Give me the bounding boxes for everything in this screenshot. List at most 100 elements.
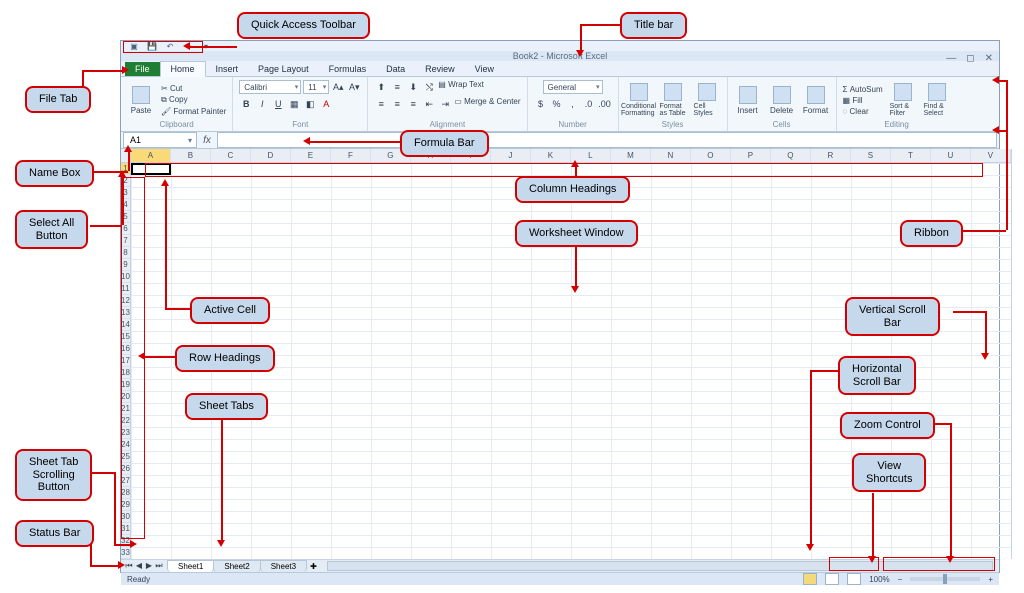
fill-color-button[interactable]: ◧ — [303, 97, 317, 111]
row-header[interactable]: 26 — [121, 463, 130, 475]
tab-page-layout[interactable]: Page Layout — [248, 62, 319, 76]
conditional-formatting-button[interactable]: Conditional Formatting — [625, 80, 653, 120]
zoom-out-icon[interactable]: − — [898, 575, 903, 584]
row-header[interactable]: 13 — [121, 307, 130, 319]
inc-decimal-icon[interactable]: .0 — [582, 97, 596, 111]
clear-button[interactable]: ◌ Clear — [843, 107, 883, 116]
row-header[interactable]: 12 — [121, 295, 130, 307]
column-header[interactable]: C — [211, 149, 251, 162]
view-normal-icon[interactable] — [803, 573, 817, 585]
indent-dec-icon[interactable]: ⇤ — [422, 97, 436, 111]
row-header[interactable]: 31 — [121, 523, 130, 535]
row-header[interactable]: 18 — [121, 367, 130, 379]
dec-decimal-icon[interactable]: .00 — [598, 97, 612, 111]
wrap-text-button[interactable]: ▤ Wrap Text — [438, 80, 484, 94]
delete-cells-button[interactable]: Delete — [768, 80, 796, 120]
font-size-select[interactable]: 11 — [303, 80, 329, 94]
autosum-button[interactable]: Σ AutoSum — [843, 85, 883, 94]
row-header[interactable]: 25 — [121, 451, 130, 463]
shrink-font-icon[interactable]: A▾ — [347, 80, 361, 94]
row-header[interactable]: 19 — [121, 379, 130, 391]
cell-styles-button[interactable]: Cell Styles — [693, 80, 721, 120]
row-header[interactable]: 30 — [121, 511, 130, 523]
row-header[interactable]: 29 — [121, 499, 130, 511]
row-header[interactable]: 16 — [121, 343, 130, 355]
row-header[interactable]: 15 — [121, 331, 130, 343]
align-top-icon[interactable]: ⬆ — [374, 80, 388, 94]
column-header[interactable]: A — [131, 149, 171, 162]
column-header[interactable]: D — [251, 149, 291, 162]
column-header[interactable]: S — [851, 149, 891, 162]
format-cells-button[interactable]: Format — [802, 80, 830, 120]
sheet-tab-scrolling-buttons[interactable]: ⏮ ◀ ▶ ⏭ — [121, 561, 167, 571]
align-bottom-icon[interactable]: ⬇ — [406, 80, 420, 94]
percent-icon[interactable]: % — [550, 97, 564, 111]
font-color-button[interactable]: A — [319, 97, 333, 111]
row-header[interactable]: 22 — [121, 415, 130, 427]
row-header[interactable]: 23 — [121, 427, 130, 439]
align-right-icon[interactable]: ≡ — [406, 97, 420, 111]
orientation-icon[interactable]: ⤭ — [422, 80, 436, 94]
save-icon[interactable]: 💾 — [145, 41, 159, 51]
column-header[interactable]: U — [931, 149, 971, 162]
column-header[interactable]: K — [531, 149, 571, 162]
align-center-icon[interactable]: ≡ — [390, 97, 404, 111]
tab-file[interactable]: File — [125, 62, 160, 76]
font-name-select[interactable]: Calibri — [239, 80, 301, 94]
sheet-tab-3[interactable]: Sheet3 — [260, 560, 307, 572]
view-page-layout-icon[interactable] — [825, 573, 839, 585]
sort-filter-button[interactable]: Sort & Filter — [889, 80, 917, 120]
column-header[interactable]: N — [651, 149, 691, 162]
zoom-percent[interactable]: 100% — [869, 575, 889, 584]
find-select-button[interactable]: Find & Select — [923, 80, 951, 120]
active-cell[interactable] — [131, 163, 171, 175]
comma-icon[interactable]: , — [566, 97, 580, 111]
tab-data[interactable]: Data — [376, 62, 415, 76]
italic-button[interactable]: I — [255, 97, 269, 111]
tab-review[interactable]: Review — [415, 62, 465, 76]
column-header[interactable]: T — [891, 149, 931, 162]
fx-icon[interactable]: fx — [197, 135, 217, 146]
formula-bar[interactable] — [217, 132, 997, 148]
copy-button[interactable]: ⧉ Copy — [161, 95, 226, 105]
horizontal-scroll-bar[interactable] — [327, 561, 993, 571]
column-header[interactable]: B — [171, 149, 211, 162]
row-header[interactable]: 24 — [121, 439, 130, 451]
paste-button[interactable]: Paste — [127, 80, 155, 120]
border-button[interactable]: ▦ — [287, 97, 301, 111]
sheet-tab-1[interactable]: Sheet1 — [167, 560, 214, 572]
zoom-slider[interactable] — [910, 577, 980, 581]
tab-insert[interactable]: Insert — [206, 62, 249, 76]
last-sheet-icon[interactable]: ⏭ — [154, 561, 164, 571]
row-header[interactable]: 9 — [121, 259, 130, 271]
minimize-icon[interactable]: — — [946, 53, 956, 64]
row-header[interactable]: 7 — [121, 235, 130, 247]
align-left-icon[interactable]: ≡ — [374, 97, 388, 111]
merge-center-button[interactable]: ▭ Merge & Center — [454, 97, 520, 111]
grow-font-icon[interactable]: A▴ — [331, 80, 345, 94]
tab-home[interactable]: Home — [160, 61, 206, 77]
fill-button[interactable]: ▦ Fill — [843, 96, 883, 105]
align-middle-icon[interactable]: ≡ — [390, 80, 404, 94]
new-sheet-icon[interactable]: ✚ — [306, 562, 321, 571]
bold-button[interactable]: B — [239, 97, 253, 111]
column-header[interactable]: E — [291, 149, 331, 162]
first-sheet-icon[interactable]: ⏮ — [124, 561, 134, 571]
vertical-scroll-bar[interactable] — [1011, 149, 1012, 559]
column-header[interactable]: M — [611, 149, 651, 162]
column-header[interactable]: V — [971, 149, 1011, 162]
prev-sheet-icon[interactable]: ◀ — [134, 561, 144, 571]
row-header[interactable]: 8 — [121, 247, 130, 259]
close-icon[interactable]: ✕ — [985, 53, 993, 64]
zoom-in-icon[interactable]: + — [988, 575, 993, 584]
row-header[interactable]: 11 — [121, 283, 130, 295]
row-header[interactable]: 27 — [121, 475, 130, 487]
tab-view[interactable]: View — [465, 62, 504, 76]
row-header[interactable]: 14 — [121, 319, 130, 331]
indent-inc-icon[interactable]: ⇥ — [438, 97, 452, 111]
format-as-table-button[interactable]: Format as Table — [659, 80, 687, 120]
column-header[interactable]: R — [811, 149, 851, 162]
row-header[interactable]: 10 — [121, 271, 130, 283]
view-page-break-icon[interactable] — [847, 573, 861, 585]
row-header[interactable]: 33 — [121, 547, 130, 559]
